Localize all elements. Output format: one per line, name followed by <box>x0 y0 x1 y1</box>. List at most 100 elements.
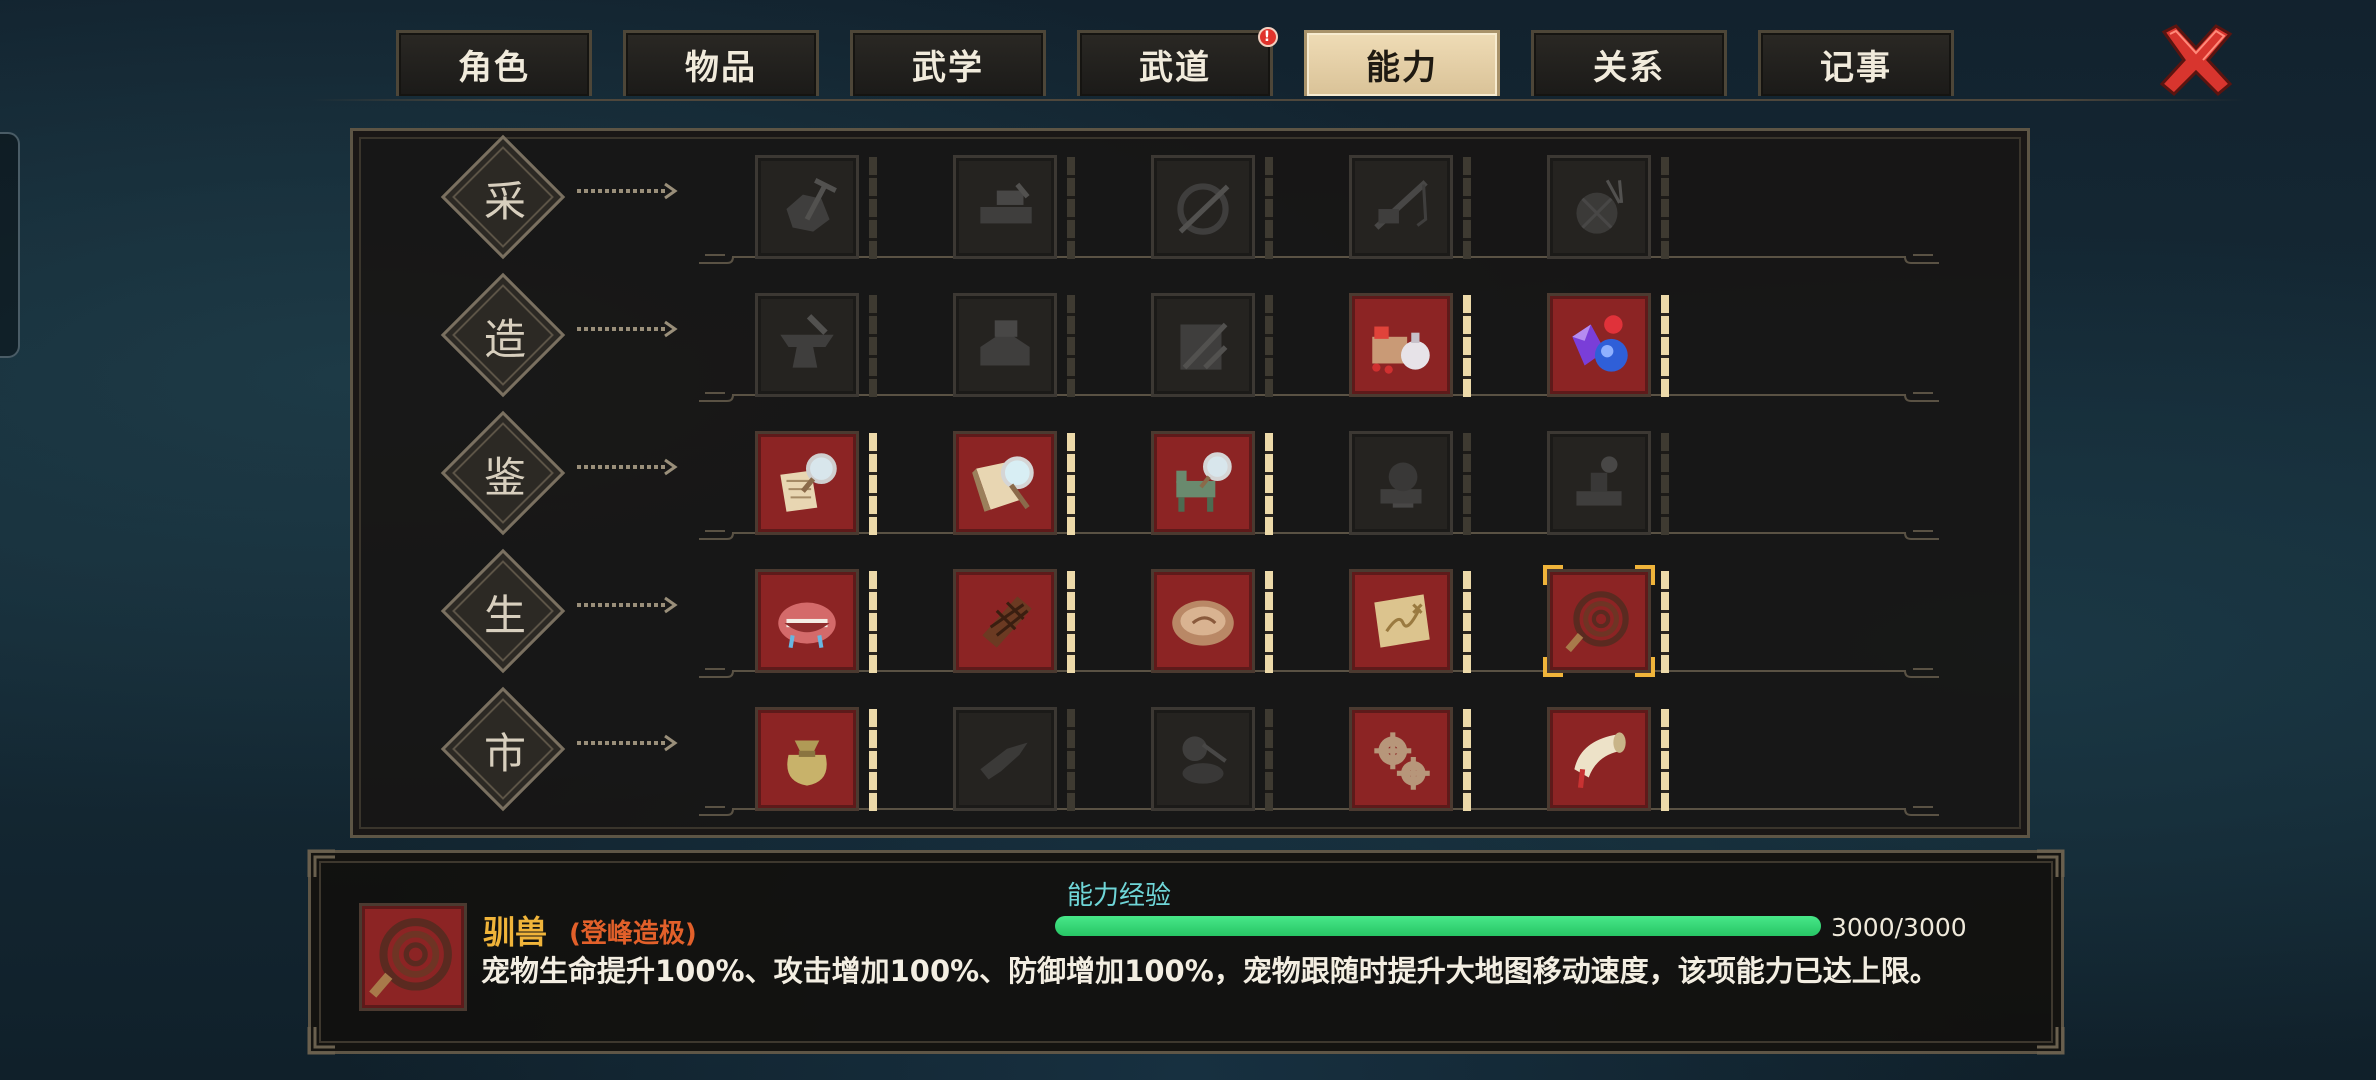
treasure-map-icon <box>1374 594 1430 648</box>
row-divider <box>699 254 1939 264</box>
silk-needle-icon <box>1576 179 1624 234</box>
skill-slot[interactable] <box>1349 569 1479 677</box>
skill-slot[interactable] <box>755 569 885 677</box>
ability-category-row: 鉴 <box>353 409 2033 547</box>
skill-level-bar <box>1067 709 1075 811</box>
category-label: 造 <box>483 314 526 364</box>
skill-icon-frame[interactable] <box>1547 155 1651 259</box>
skill-level-bar <box>869 157 877 259</box>
tab-items[interactable]: 物品 <box>623 30 819 96</box>
side-drawer-handle[interactable] <box>0 132 20 358</box>
skill-slot[interactable] <box>1349 155 1479 263</box>
skill-slot[interactable] <box>953 707 1083 815</box>
skill-level-bar <box>1661 709 1669 811</box>
skill-slot[interactable] <box>1349 293 1479 401</box>
skill-slot[interactable] <box>1547 293 1677 401</box>
tab-character[interactable]: 角色 <box>396 30 592 96</box>
skill-icon-frame[interactable] <box>1349 569 1453 673</box>
selected-skill-icon <box>359 903 467 1011</box>
skill-icon-frame[interactable] <box>1151 431 1255 535</box>
skill-slot[interactable] <box>755 707 885 815</box>
pointing-hand-icon <box>980 742 1028 780</box>
tab-martial-arts[interactable]: 武学 <box>850 30 1046 96</box>
skill-icon-frame[interactable] <box>755 707 859 811</box>
row-divider <box>699 806 1939 816</box>
skill-slot[interactable] <box>755 293 885 401</box>
dotted-arrow-icon <box>577 734 678 752</box>
skill-icon-frame[interactable] <box>1349 293 1453 397</box>
skill-icon-frame[interactable] <box>1547 707 1651 811</box>
skill-icon-frame[interactable] <box>1349 155 1453 259</box>
skill-icon-frame[interactable] <box>1349 707 1453 811</box>
skill-slot[interactable] <box>1547 155 1677 263</box>
skill-level-bar <box>1265 295 1273 397</box>
skill-icon-frame[interactable] <box>953 707 1057 811</box>
fishing-rod-icon <box>1374 180 1428 230</box>
skill-icon-frame[interactable] <box>953 431 1057 535</box>
skill-icon-frame[interactable] <box>953 569 1057 673</box>
skill-slot[interactable] <box>755 431 885 539</box>
skill-slot[interactable] <box>1151 293 1281 401</box>
skill-icon-frame[interactable] <box>755 293 859 397</box>
skill-slot[interactable] <box>1151 431 1281 539</box>
tab-journal[interactable]: 记事 <box>1758 30 1954 96</box>
gears-icon <box>1374 732 1430 790</box>
skill-icon-frame[interactable] <box>1547 431 1651 535</box>
header-divider <box>310 99 2246 101</box>
row-divider <box>699 392 1939 402</box>
skill-slot[interactable] <box>755 155 885 263</box>
book-magnifier-icon <box>972 456 1034 512</box>
ink-pot-icon <box>1182 736 1227 784</box>
tab-martial-path[interactable]: 武道! <box>1077 27 1278 96</box>
category-emblem: 市 <box>437 686 573 817</box>
skill-name: 驯兽 <box>483 913 548 951</box>
skill-slot[interactable] <box>1151 707 1281 815</box>
skill-icon-frame[interactable] <box>1151 155 1255 259</box>
skill-slot[interactable] <box>953 155 1083 263</box>
skill-icon-frame[interactable] <box>755 431 859 535</box>
skill-level-bar <box>869 709 877 811</box>
skill-slot[interactable] <box>1543 565 1677 677</box>
skill-level-bar <box>1067 571 1075 673</box>
ability-category-row: 生 <box>353 547 2033 685</box>
dotted-arrow-icon <box>577 596 678 614</box>
skill-slot[interactable] <box>1547 707 1677 815</box>
gem-crafting-icon <box>1572 315 1628 372</box>
tab-abilities[interactable]: 能力 <box>1304 30 1500 96</box>
skill-icon-frame[interactable] <box>1151 569 1255 673</box>
row-divider <box>699 668 1939 678</box>
skill-icon-frame[interactable] <box>1349 431 1453 535</box>
skill-level-bar <box>869 295 877 397</box>
skill-slot[interactable] <box>1151 155 1281 263</box>
tab-relations[interactable]: 关系 <box>1531 30 1727 96</box>
skill-slot[interactable] <box>1547 431 1677 539</box>
money-bag-icon <box>787 740 827 786</box>
skill-level-bar <box>1067 295 1075 397</box>
horn-icon <box>1574 732 1626 789</box>
skill-level-bar <box>1661 295 1669 397</box>
skill-icon-frame[interactable] <box>1151 293 1255 397</box>
skill-icon-frame[interactable] <box>755 155 859 259</box>
skill-level-bar <box>1265 571 1273 673</box>
skill-icon-frame[interactable] <box>1547 293 1651 397</box>
skill-icon-frame[interactable] <box>953 293 1057 397</box>
row-divider <box>699 530 1939 540</box>
category-emblem: 采 <box>437 134 573 265</box>
skill-slot[interactable] <box>953 569 1083 677</box>
skill-slot[interactable] <box>1151 569 1281 677</box>
skill-slot[interactable] <box>953 293 1083 401</box>
mouth-drool-icon <box>778 602 836 649</box>
skill-icon-frame[interactable] <box>1151 707 1255 811</box>
skill-slot[interactable] <box>1349 431 1479 539</box>
skill-level-bar <box>1661 433 1669 535</box>
scroll-magnifier-icon <box>780 453 837 512</box>
skill-level-bar <box>1265 157 1273 259</box>
skill-icon-frame[interactable] <box>1547 569 1651 673</box>
skill-slot[interactable] <box>953 431 1083 539</box>
skill-icon-frame[interactable] <box>755 569 859 673</box>
skill-icon-frame[interactable] <box>953 155 1057 259</box>
skill-level-bar <box>1463 157 1471 259</box>
chocolate-bar-icon <box>982 596 1032 648</box>
skill-slot[interactable] <box>1349 707 1479 815</box>
close-button[interactable] <box>2154 18 2238 102</box>
